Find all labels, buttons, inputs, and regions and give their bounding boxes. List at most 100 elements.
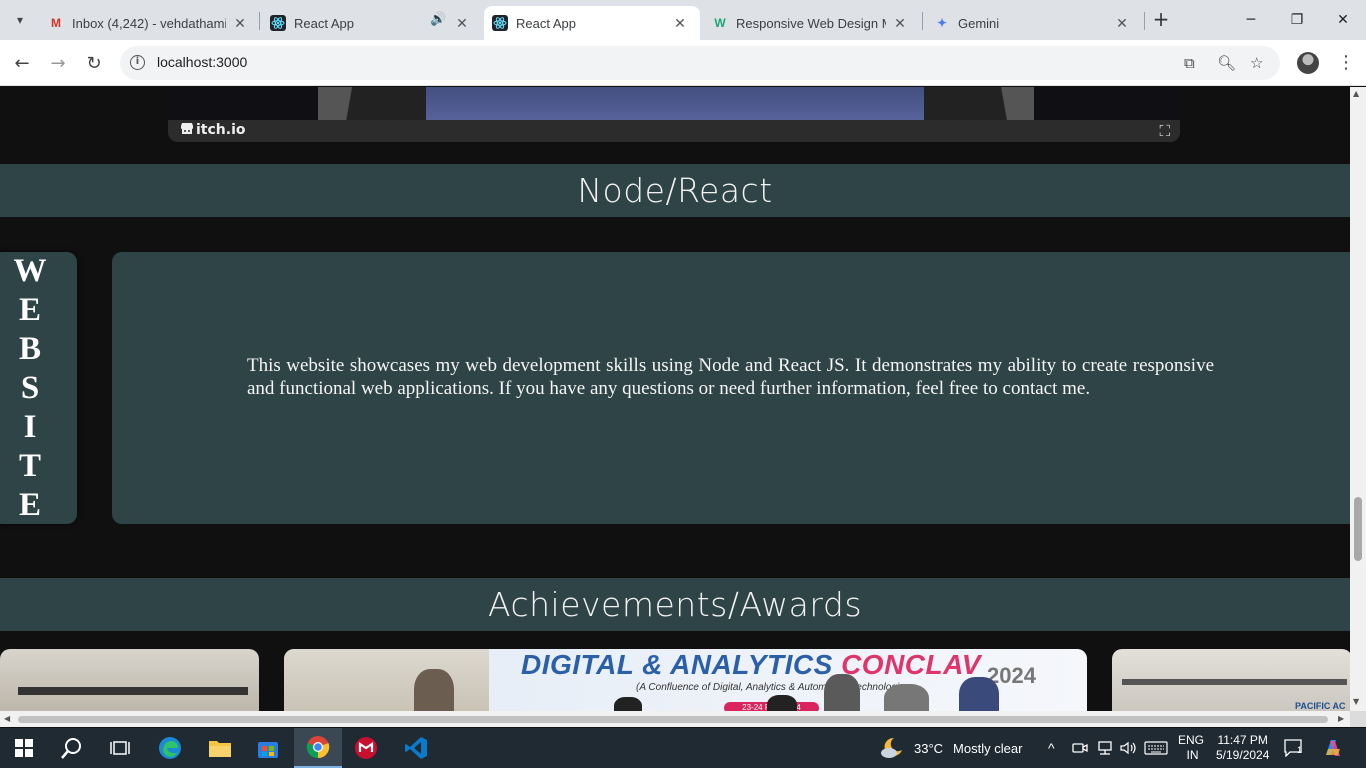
weather-temp: 33°C: [914, 740, 944, 756]
close-tab-icon[interactable]: ✕: [892, 15, 908, 31]
show-hidden-icons[interactable]: ^: [1048, 728, 1055, 768]
tab-search-icon[interactable]: ▾: [8, 8, 32, 32]
game-canvas[interactable]: [168, 87, 1180, 120]
menu-kebab-icon[interactable]: ⋮: [1337, 52, 1355, 73]
minimize-button[interactable]: ─: [1228, 0, 1274, 40]
itch-game-embed[interactable]: itch.io ⛶: [168, 87, 1180, 142]
weather-moon-cloud-icon: [881, 737, 902, 758]
language-primary: ENG: [1178, 733, 1205, 747]
close-tab-icon[interactable]: ✕: [1114, 15, 1130, 31]
bookmark-star-icon[interactable]: ☆: [1250, 54, 1263, 72]
tab-title: Responsive Web Design Me: [736, 15, 886, 31]
back-button[interactable]: ←: [9, 50, 35, 76]
tab-gemini[interactable]: ✦ Gemini ✕: [926, 6, 1142, 40]
achievement-photo-1[interactable]: [0, 649, 259, 711]
tab-react-app-active[interactable]: React App ✕: [484, 6, 700, 40]
language-secondary: IN: [1186, 748, 1199, 762]
copilot-icon: [1326, 740, 1340, 756]
folder-icon: [209, 741, 231, 757]
vertical-letter: W: [13, 253, 47, 289]
tab-react-app-1[interactable]: React App ✕: [262, 6, 482, 40]
photo-person: [614, 697, 642, 711]
horizontal-scrollbar[interactable]: ◀ ▶: [0, 711, 1350, 727]
taskbar-vscode[interactable]: [392, 728, 440, 768]
meet-now-icon[interactable]: [1072, 728, 1088, 768]
tab-title: React App: [294, 15, 354, 31]
achievement-photo-2[interactable]: DIGITAL & ANALYTICS CONCLAV 2024 (A Conf…: [284, 649, 1087, 711]
vertical-letter: I: [23, 409, 37, 445]
store-icon: [258, 742, 278, 758]
notification-center[interactable]: 1: [1284, 728, 1304, 768]
close-window-button[interactable]: ✕: [1320, 0, 1366, 40]
speaker-icon[interactable]: 🔊: [430, 12, 446, 27]
keyboard-icon[interactable]: [1144, 728, 1168, 768]
edge-icon: [159, 737, 181, 759]
vertical-letter: E: [18, 292, 41, 328]
game-scene-center: [426, 87, 924, 120]
profile-avatar[interactable]: [1297, 52, 1319, 74]
task-view-icon: [110, 741, 130, 755]
website-description-card: This website showcases my web developmen…: [112, 252, 1350, 524]
site-info-icon[interactable]: i: [130, 55, 145, 70]
search-button[interactable]: [48, 728, 96, 768]
tab-gmail[interactable]: M Inbox (4,242) - vehdathamid ✕: [40, 6, 260, 40]
zoom-icon[interactable]: 🔍︎: [1217, 54, 1236, 72]
task-view-button[interactable]: [96, 728, 144, 768]
scroll-down-arrow-icon[interactable]: ▼: [1353, 697, 1359, 706]
tab-title: React App: [516, 15, 576, 31]
copilot-button[interactable]: [1322, 728, 1344, 768]
close-tab-icon[interactable]: ✕: [672, 15, 688, 31]
react-icon: [492, 15, 508, 31]
forward-button[interactable]: →: [45, 50, 71, 76]
weather-widget[interactable]: 33°C Mostly clear: [880, 728, 1022, 768]
start-button[interactable]: [0, 728, 48, 768]
taskbar-store[interactable]: [244, 728, 292, 768]
reload-button[interactable]: ↻: [81, 50, 107, 76]
scroll-up-arrow-icon[interactable]: ▲: [1353, 89, 1359, 98]
tab-title: Inbox (4,242) - vehdathamid: [72, 15, 226, 31]
taskbar-app-red[interactable]: [342, 728, 390, 768]
horizontal-scroll-thumb[interactable]: [18, 716, 1328, 723]
taskbar-edge[interactable]: [146, 728, 194, 768]
install-app-icon[interactable]: ⧉: [1184, 54, 1195, 72]
vertical-scroll-thumb[interactable]: [1354, 497, 1362, 561]
chrome-icon: [306, 736, 330, 759]
new-tab-button[interactable]: +: [1149, 8, 1173, 32]
language-indicator[interactable]: ENG IN: [1178, 728, 1204, 768]
mcafee-icon: [355, 737, 377, 759]
volume-icon[interactable]: [1120, 728, 1138, 768]
clock[interactable]: 11:47 PM 5/19/2024: [1216, 728, 1269, 768]
url-text[interactable]: localhost:3000: [157, 54, 247, 70]
taskbar-chrome[interactable]: [294, 728, 342, 768]
banner-title: DIGITAL & ANALYTICS CONCLAV: [521, 649, 981, 681]
vertical-scrollbar[interactable]: ▲ ▼: [1350, 87, 1366, 711]
tab-title: Gemini: [958, 15, 1000, 31]
itch-brand-text: itch.io: [196, 122, 246, 138]
fullscreen-icon[interactable]: ⛶: [1159, 122, 1170, 140]
vertical-letter: S: [20, 370, 40, 406]
section-header-node-react: Node/React: [0, 164, 1350, 217]
tab-divider: [922, 12, 923, 30]
scroll-right-arrow-icon[interactable]: ▶: [1338, 714, 1344, 723]
achievement-photo-3[interactable]: PACIFIC AC: [1112, 649, 1350, 711]
photo-person: [414, 669, 454, 711]
section-title: Achievements/Awards: [487, 585, 863, 624]
page-viewport: itch.io ⛶ Node/React W E B S I T E This …: [0, 87, 1350, 711]
game-scene-left: [318, 87, 428, 120]
photo-person: [959, 677, 999, 711]
scroll-left-arrow-icon[interactable]: ◀: [4, 714, 10, 723]
vertical-letter: B: [18, 331, 41, 367]
address-bar[interactable]: i localhost:3000 ⧉ 🔍︎ ☆: [120, 46, 1280, 80]
tab-responsive-web-design[interactable]: W Responsive Web Design Me ✕: [704, 6, 920, 40]
close-tab-icon[interactable]: ✕: [454, 15, 470, 31]
section-title: Node/React: [577, 171, 773, 210]
network-icon[interactable]: [1096, 728, 1114, 768]
itch-logo[interactable]: itch.io: [180, 122, 246, 138]
close-tab-icon[interactable]: ✕: [232, 15, 248, 31]
restore-button[interactable]: ❐: [1274, 0, 1320, 40]
game-scene-right: [924, 87, 1034, 120]
embed-footer: itch.io ⛶: [168, 120, 1180, 142]
react-icon: [270, 15, 286, 31]
clock-time: 11:47 PM: [1217, 733, 1268, 747]
taskbar-file-explorer[interactable]: [196, 728, 244, 768]
